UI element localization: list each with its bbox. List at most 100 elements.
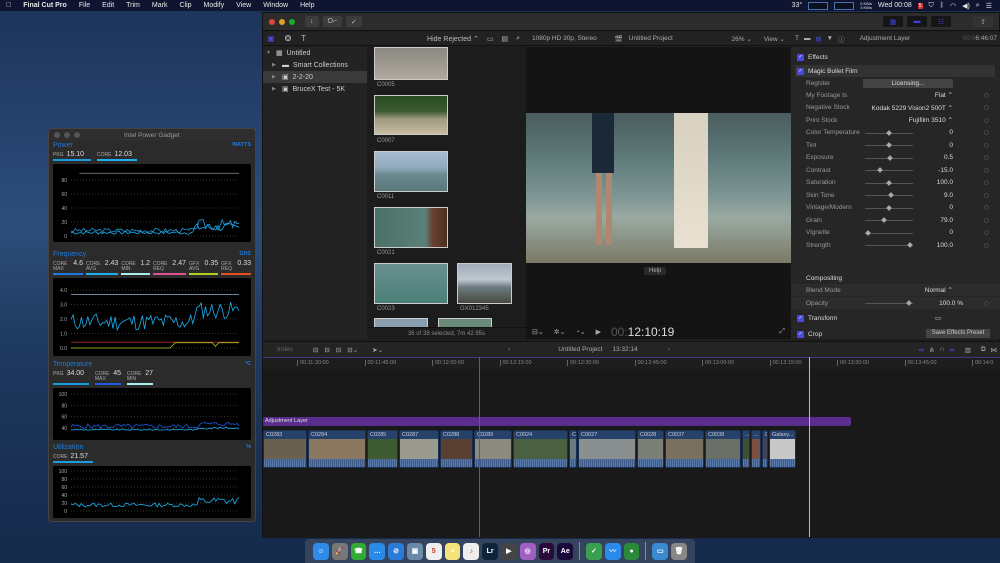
view-popup[interactable]: View ⌄ bbox=[764, 35, 785, 43]
adjustment-layer-clip[interactable]: Adjustment Layer bbox=[263, 417, 851, 426]
param-value[interactable]: 9.0 bbox=[944, 192, 953, 199]
menu-trim[interactable]: Trim bbox=[120, 2, 146, 9]
timecode-display[interactable]: 00:12:10:19 bbox=[611, 325, 674, 339]
param-slider[interactable] bbox=[865, 129, 913, 136]
clock[interactable]: Wed 00:08 bbox=[878, 2, 912, 9]
param-value[interactable]: 100.0 bbox=[937, 179, 953, 186]
text-inspector-icon[interactable]: T bbox=[795, 35, 799, 42]
minimize-button[interactable] bbox=[64, 132, 70, 138]
dock-final-cut-pro-icon[interactable]: ▶ bbox=[500, 542, 517, 560]
menu-edit[interactable]: Edit bbox=[96, 2, 120, 9]
zoom-popup[interactable]: 26% ⌄ bbox=[732, 35, 752, 43]
effects-checkbox[interactable]: ✓ bbox=[797, 53, 804, 61]
param-slider[interactable] bbox=[865, 204, 913, 211]
play-button[interactable]: ▶ bbox=[596, 328, 601, 336]
keyframe-button[interactable] bbox=[984, 105, 989, 110]
retime-icon[interactable]: ◔⌄ bbox=[575, 328, 585, 336]
calendar-icon[interactable]: 5 bbox=[917, 2, 923, 9]
overwrite-clip-icon[interactable]: ⊟⌄ bbox=[347, 346, 358, 354]
timeline-clip[interactable]: C0027 bbox=[578, 430, 636, 468]
keywords-button[interactable]: O⌐ bbox=[322, 16, 343, 27]
index-button[interactable]: Index bbox=[277, 346, 293, 353]
param-value[interactable]: 100.0 bbox=[937, 242, 953, 249]
zoom-button[interactable] bbox=[74, 132, 80, 138]
clip-thumbnail[interactable] bbox=[374, 263, 448, 304]
param-slider[interactable] bbox=[865, 179, 913, 186]
dock-launchpad-icon[interactable]: 🚀 bbox=[331, 542, 348, 560]
import-button[interactable]: ↓ bbox=[305, 16, 319, 27]
keyframe-button[interactable] bbox=[984, 205, 989, 210]
timeline-clip[interactable]: C bbox=[569, 430, 577, 468]
dock-downloads-icon[interactable]: ▭ bbox=[652, 542, 669, 560]
timeline-clip[interactable]: ... bbox=[751, 430, 761, 468]
clip-thumbnail[interactable] bbox=[374, 151, 448, 192]
search-icon[interactable]: ⌕ bbox=[516, 35, 520, 43]
shield-icon[interactable]: ⛉ bbox=[929, 2, 934, 10]
connect-clip-icon[interactable]: ⊟ bbox=[313, 346, 318, 354]
slider-knob[interactable] bbox=[886, 204, 892, 211]
transform-tools-icon[interactable]: ✲⌄ bbox=[554, 328, 566, 336]
param-value[interactable]: 0 bbox=[949, 204, 953, 211]
blend-mode-popup[interactable]: Normal ⌃ bbox=[925, 286, 953, 294]
slider-knob[interactable] bbox=[905, 300, 912, 306]
menu-file[interactable]: File bbox=[73, 2, 96, 9]
library-event-brucex[interactable]: ▶ ▣ BruceX Test - 5K bbox=[263, 83, 367, 95]
library-untitled[interactable]: ▼ ▦ Untitled bbox=[263, 47, 367, 59]
bluetooth-icon[interactable]: ᛒ bbox=[940, 2, 944, 9]
slider-knob[interactable] bbox=[886, 142, 892, 148]
append-clip-icon[interactable]: ⊟ bbox=[336, 346, 341, 354]
menu-clip[interactable]: Clip bbox=[173, 2, 197, 9]
dock-music-icon[interactable]: ♪ bbox=[463, 542, 480, 560]
memory-graph-icon[interactable] bbox=[834, 1, 855, 10]
transform-checkbox[interactable]: ✓ bbox=[797, 314, 804, 322]
info-inspector-icon[interactable]: ⓘ bbox=[838, 34, 845, 44]
menu-window[interactable]: Window bbox=[257, 2, 294, 9]
dock-power-gadget-icon[interactable]: 〰 bbox=[604, 542, 621, 560]
slider-knob[interactable] bbox=[880, 217, 887, 223]
slider-knob[interactable] bbox=[906, 242, 913, 248]
slider-knob[interactable] bbox=[865, 229, 872, 236]
view-options-icon[interactable]: ⊟⌄ bbox=[532, 328, 544, 336]
generator-inspector-icon[interactable]: ▬ bbox=[804, 35, 811, 42]
clip-appearance-icon[interactable]: ▥ bbox=[965, 346, 971, 354]
timeline-clip[interactable]: C0038 bbox=[705, 430, 741, 468]
titles-generators-icon[interactable]: T bbox=[301, 34, 306, 43]
param-slider[interactable] bbox=[865, 229, 913, 236]
param-slider[interactable] bbox=[865, 142, 913, 148]
dock-finder-icon[interactable]: ☺ bbox=[313, 542, 329, 560]
keyframe-button[interactable] bbox=[984, 142, 989, 148]
video-inspector-icon[interactable]: ▤ bbox=[815, 35, 821, 43]
slider-knob[interactable] bbox=[877, 167, 884, 173]
clip-thumbnail[interactable] bbox=[457, 263, 512, 304]
clip-thumbnail[interactable] bbox=[374, 207, 448, 248]
param-slider[interactable] bbox=[865, 154, 913, 161]
param-slider[interactable] bbox=[865, 167, 913, 173]
disclosure-closed-icon[interactable]: ▶ bbox=[272, 86, 278, 92]
spotlight-search-icon[interactable]: ⌕ bbox=[976, 2, 980, 10]
video-frame[interactable] bbox=[526, 113, 791, 263]
apple-menu-icon[interactable]:  bbox=[0, 2, 17, 9]
keyframe-button[interactable] bbox=[984, 230, 989, 235]
wifi-icon[interactable]: ◠ bbox=[950, 2, 956, 10]
keyframe-button[interactable] bbox=[984, 217, 989, 223]
dock-globe-icon[interactable]: ● bbox=[623, 542, 640, 560]
save-effects-preset-button[interactable]: Save Effects Preset bbox=[926, 329, 990, 338]
keyframe-button[interactable] bbox=[984, 117, 989, 123]
close-button[interactable] bbox=[269, 18, 275, 25]
notification-center-icon[interactable]: ☰ bbox=[986, 2, 992, 10]
solo-icon[interactable]: ∩ bbox=[940, 346, 945, 353]
param-value[interactable]: -15.0 bbox=[938, 167, 953, 174]
keyframe-button[interactable] bbox=[984, 155, 989, 160]
keyframe-button[interactable] bbox=[984, 192, 989, 198]
timeline-clip[interactable]: C0287 bbox=[399, 430, 439, 468]
slider-knob[interactable] bbox=[886, 129, 892, 136]
network-status[interactable]: 0 KB/s 3 KB/s bbox=[860, 1, 872, 10]
forward-icon[interactable]: › bbox=[668, 346, 670, 353]
timeline-clip[interactable]: C0285 bbox=[367, 430, 398, 468]
clip-thumbnail[interactable] bbox=[374, 47, 448, 80]
transform-onscreen-icon[interactable]: ▭ bbox=[935, 314, 941, 322]
dock-adguard-icon[interactable]: ✓ bbox=[586, 542, 602, 560]
param-value[interactable]: 0.5 bbox=[944, 154, 953, 161]
slider-knob[interactable] bbox=[886, 179, 892, 186]
dock-trash-icon[interactable]: 🗑 bbox=[671, 542, 687, 560]
